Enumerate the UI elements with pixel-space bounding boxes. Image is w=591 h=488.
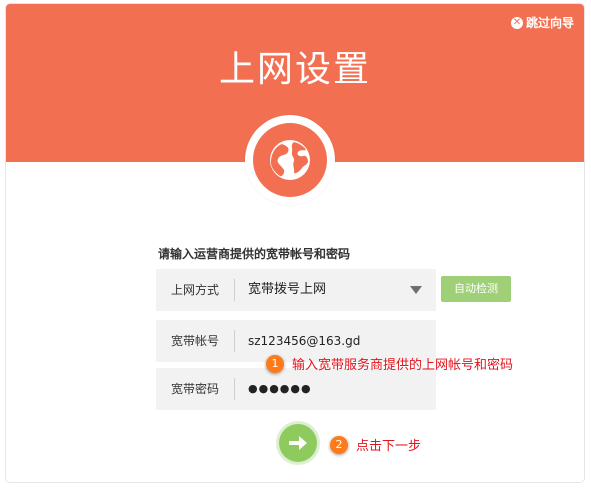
skip-wizard-button[interactable]: ✕ 跳过向导 bbox=[510, 14, 574, 31]
skip-wizard-label: 跳过向导 bbox=[525, 16, 574, 30]
caret-down-icon[interactable] bbox=[410, 286, 422, 294]
close-circle-icon: ✕ bbox=[510, 16, 523, 29]
page-title: 上网设置 bbox=[218, 49, 371, 90]
setup-wizard-window: ✕ 跳过向导 上网设置 请输入运营商提供的宽带帐号和密码 上网方式 宽带拨号上网… bbox=[6, 4, 584, 482]
step1-annotation: 1 输入宽带服务商提供的上网帐号和密码 bbox=[266, 354, 513, 373]
step1-text: 输入宽带服务商提供的上网帐号和密码 bbox=[292, 358, 514, 373]
step2-annotation: 2 点击下一步 bbox=[330, 435, 421, 454]
connection-type-select[interactable]: 上网方式 宽带拨号上网 bbox=[156, 269, 436, 311]
globe-badge bbox=[245, 115, 335, 205]
password-label: 宽带密码 bbox=[170, 382, 219, 396]
connection-type-value: 宽带拨号上网 bbox=[248, 282, 327, 297]
divider bbox=[234, 279, 235, 301]
account-label: 宽带帐号 bbox=[170, 334, 219, 348]
step2-text: 点击下一步 bbox=[356, 439, 422, 454]
divider bbox=[234, 330, 235, 352]
step1-badge: 1 bbox=[266, 354, 284, 373]
password-field[interactable]: 宽带密码 ●●●●●● bbox=[156, 368, 436, 410]
password-input[interactable]: ●●●●●● bbox=[248, 368, 312, 410]
arrow-right-icon bbox=[289, 436, 307, 450]
next-button[interactable] bbox=[279, 424, 317, 462]
step2-badge: 2 bbox=[330, 435, 348, 454]
connection-type-label: 上网方式 bbox=[170, 283, 219, 297]
auto-detect-button[interactable]: 自动检测 bbox=[441, 276, 511, 302]
form-prompt: 请输入运营商提供的宽带帐号和密码 bbox=[158, 247, 351, 261]
globe-icon bbox=[270, 140, 310, 180]
divider bbox=[234, 378, 235, 400]
